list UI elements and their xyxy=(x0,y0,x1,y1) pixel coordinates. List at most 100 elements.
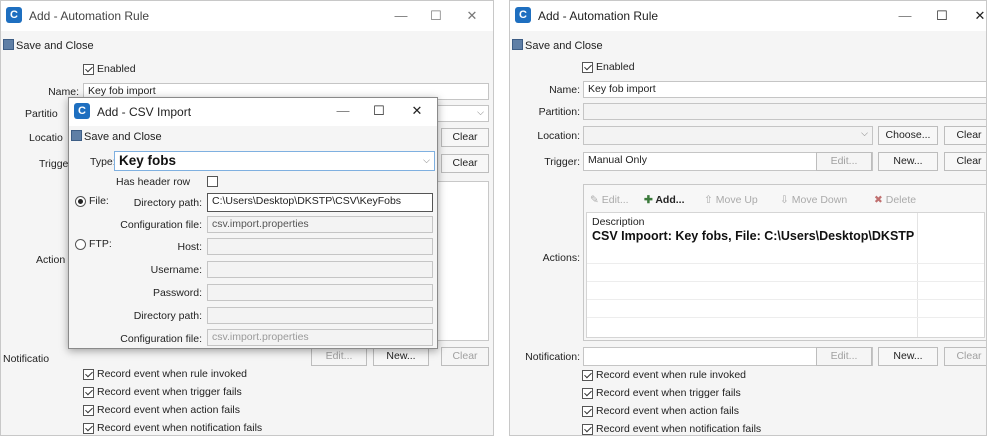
edit-icon: ✎ xyxy=(590,194,599,206)
csv-type-select[interactable]: Key fobs ⌵ xyxy=(114,151,435,171)
csv-file-radio[interactable] xyxy=(75,196,86,207)
right-trigger-label: Trigger: xyxy=(544,156,580,168)
left-event-label-1: Record event when rule invoked xyxy=(97,368,248,380)
right-location-clear-button[interactable]: Clear xyxy=(944,126,986,145)
column-divider xyxy=(917,213,918,337)
left-window-title: Add - Automation Rule xyxy=(29,9,150,23)
app-icon: C xyxy=(6,7,22,23)
right-event-checkbox-3[interactable] xyxy=(582,406,593,417)
right-actions-label: Actions: xyxy=(542,252,580,264)
left-notification-label: Notificatio xyxy=(3,353,50,365)
csv-ftp-dir-path-field[interactable] xyxy=(207,307,433,324)
right-notification-label: Notification: xyxy=(525,351,580,363)
csv-close-button[interactable]: ✕ xyxy=(407,103,427,119)
left-event-label-3: Record event when action fails xyxy=(97,404,240,416)
csv-header-row-label: Has header row xyxy=(116,176,191,188)
actions-move-up-button[interactable]: ⇧ Move Up xyxy=(704,194,758,206)
left-event-checkbox-1[interactable] xyxy=(83,369,94,380)
csv-config-file-field[interactable]: csv.import.properties xyxy=(207,216,433,233)
row-divider xyxy=(587,299,984,300)
csv-host-field[interactable] xyxy=(207,238,433,255)
right-event-label-4: Record event when notification fails xyxy=(596,423,762,435)
chevron-down-icon: ⌵ xyxy=(477,107,484,117)
csv-window-title: Add - CSV Import xyxy=(97,105,192,119)
left-notification-edit-button[interactable]: Edit... xyxy=(311,347,367,366)
csv-ftp-config-file-field[interactable]: csv.import.properties xyxy=(207,329,433,346)
left-enabled-checkbox[interactable] xyxy=(83,64,94,75)
right-event-label-1: Record event when rule invoked xyxy=(596,369,747,381)
left-notification-new-button[interactable]: New... xyxy=(373,347,429,366)
left-trigger-label: Trigge xyxy=(39,158,69,170)
delete-icon: ✖ xyxy=(874,194,883,206)
right-notification-edit-button[interactable]: Edit... xyxy=(816,347,872,366)
left-location-clear-button[interactable]: Clear xyxy=(441,128,489,147)
right-name-field[interactable]: Key fob import xyxy=(583,81,986,98)
right-location-label: Location: xyxy=(537,130,580,142)
right-window-title: Add - Automation Rule xyxy=(538,9,659,23)
right-maximize-button[interactable]: ☐ xyxy=(932,8,952,24)
actions-table: Description CSV Impoort: Key fobs, File:… xyxy=(586,212,985,338)
csv-file-label: File: xyxy=(89,195,109,207)
csv-type-value: Key fobs xyxy=(119,153,177,168)
right-minimize-button[interactable]: — xyxy=(895,8,915,23)
csv-minimize-button[interactable]: — xyxy=(333,103,353,118)
close-button[interactable]: ✕ xyxy=(462,8,482,24)
csv-username-field[interactable] xyxy=(207,261,433,278)
csv-ftp-config-file-label: Configuration file: xyxy=(120,333,202,345)
left-save-and-close-button[interactable]: Save and Close xyxy=(3,39,94,52)
arrow-up-icon: ⇧ xyxy=(704,194,713,206)
right-location-field[interactable]: ⌵ xyxy=(583,126,873,145)
csv-header-row-checkbox[interactable] xyxy=(207,176,218,187)
actions-edit-button[interactable]: ✎ Edit... xyxy=(590,194,629,206)
right-save-and-close-button[interactable]: Save and Close xyxy=(512,39,603,52)
right-partition-field[interactable] xyxy=(583,103,986,120)
right-notification-new-button[interactable]: New... xyxy=(878,347,938,366)
left-title-bar: C Add - Automation Rule — ☐ ✕ xyxy=(1,1,493,31)
arrow-down-icon: ⇩ xyxy=(780,194,789,206)
add-icon: ✚ xyxy=(644,194,653,206)
right-partition-label: Partition: xyxy=(538,106,580,118)
csv-title-bar: C Add - CSV Import — ☐ ✕ xyxy=(69,98,437,126)
actions-table-header: Description xyxy=(592,216,645,228)
minimize-button[interactable]: — xyxy=(391,8,411,23)
right-choose-button[interactable]: Choose... xyxy=(878,126,938,145)
actions-table-row[interactable]: CSV Impoort: Key fobs, File: C:\Users\De… xyxy=(592,229,914,243)
actions-move-down-button[interactable]: ⇩ Move Down xyxy=(780,194,847,206)
right-trigger-new-button[interactable]: New... xyxy=(878,152,938,171)
app-icon: C xyxy=(515,7,531,23)
right-close-button[interactable]: ✕ xyxy=(970,8,986,24)
right-trigger-clear-button[interactable]: Clear xyxy=(944,152,986,171)
right-trigger-edit-button[interactable]: Edit... xyxy=(816,152,872,171)
left-notification-clear-button[interactable]: Clear xyxy=(441,347,489,366)
maximize-button[interactable]: ☐ xyxy=(426,8,446,24)
left-event-label-2: Record event when trigger fails xyxy=(97,386,242,398)
right-name-label: Name: xyxy=(549,84,580,96)
left-event-checkbox-3[interactable] xyxy=(83,405,94,416)
csv-username-label: Username: xyxy=(150,264,202,276)
right-event-checkbox-4[interactable] xyxy=(582,424,593,435)
csv-config-file-label: Configuration file: xyxy=(120,219,202,231)
right-event-checkbox-1[interactable] xyxy=(582,370,593,381)
right-event-checkbox-2[interactable] xyxy=(582,388,593,399)
right-event-label-2: Record event when trigger fails xyxy=(596,387,741,399)
csv-password-field[interactable] xyxy=(207,284,433,301)
save-icon xyxy=(71,130,82,141)
csv-dir-path-field[interactable]: C:\Users\Desktop\DKSTP\CSV\KeyFobs xyxy=(207,193,433,212)
left-enabled-label: Enabled xyxy=(97,63,136,75)
csv-ftp-label: FTP: xyxy=(89,238,112,250)
csv-save-and-close-button[interactable]: Save and Close xyxy=(71,130,162,143)
csv-ftp-dir-path-label: Directory path: xyxy=(133,310,202,322)
actions-add-button[interactable]: ✚ Add... xyxy=(644,194,685,206)
right-automation-rule-window: C Add - Automation Rule — ☐ ✕ Save and C… xyxy=(509,0,987,436)
left-event-checkbox-2[interactable] xyxy=(83,387,94,398)
csv-ftp-radio[interactable] xyxy=(75,239,86,250)
left-trigger-clear-button[interactable]: Clear xyxy=(441,154,489,173)
right-enabled-checkbox[interactable] xyxy=(582,62,593,73)
actions-delete-button[interactable]: ✖ Delete xyxy=(874,194,916,206)
left-event-label-4: Record event when notification fails xyxy=(97,422,263,434)
right-event-label-3: Record event when action fails xyxy=(596,405,739,417)
chevron-down-icon: ⌵ xyxy=(861,128,868,138)
csv-maximize-button[interactable]: ☐ xyxy=(369,103,389,119)
right-notification-clear-button[interactable]: Clear xyxy=(944,347,986,366)
left-event-checkbox-4[interactable] xyxy=(83,423,94,434)
